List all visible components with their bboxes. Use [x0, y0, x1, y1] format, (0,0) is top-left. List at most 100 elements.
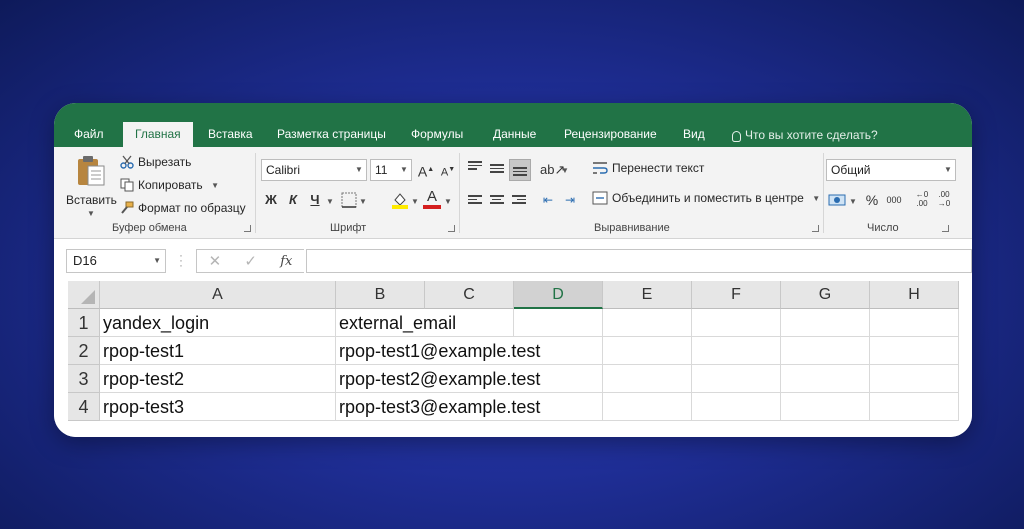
italic-button[interactable]: К: [283, 190, 303, 210]
paste-button[interactable]: Вставить ▼: [64, 153, 117, 218]
cell-b2[interactable]: rpop-test1@example.test: [336, 337, 540, 365]
cell-a4[interactable]: rpop-test3: [100, 393, 184, 421]
font-color-dropdown-icon[interactable]: ▼: [444, 197, 452, 206]
align-left-icon[interactable]: [468, 195, 482, 207]
fill-color-icon[interactable]: [391, 191, 409, 209]
currency-dropdown-icon[interactable]: ▼: [849, 197, 857, 206]
tab-file[interactable]: Файл: [74, 123, 104, 147]
percent-button[interactable]: %: [862, 190, 882, 210]
grid-cell[interactable]: [603, 365, 692, 393]
name-box[interactable]: D16 ▼: [66, 249, 166, 273]
cancel-icon[interactable]: ✕: [209, 252, 222, 270]
insert-function-button[interactable]: fx: [280, 254, 292, 269]
cell-b1[interactable]: external_email: [336, 309, 456, 337]
alignment-group-label: Выравнивание: [594, 222, 670, 234]
grid-cell[interactable]: [870, 337, 959, 365]
thousands-separator-button[interactable]: 000: [883, 190, 905, 210]
tab-data[interactable]: Данные: [493, 123, 536, 147]
font-name-combo[interactable]: Calibri ▼: [261, 159, 367, 181]
column-header-d[interactable]: D: [514, 281, 603, 309]
grid-cell[interactable]: [781, 393, 870, 421]
cut-button[interactable]: Вырезать: [120, 155, 191, 169]
underline-button[interactable]: Ч: [305, 190, 325, 210]
confirm-icon[interactable]: ✓: [244, 252, 257, 270]
align-bottom-button[interactable]: [509, 159, 531, 181]
formula-bar: D16 ▼ · · · ✕ ✓ fx: [54, 239, 972, 281]
cell-b4[interactable]: rpop-test3@example.test: [336, 393, 540, 421]
tell-me-label: Что вы хотите сделать?: [745, 128, 878, 142]
grid-cell[interactable]: [692, 309, 781, 337]
font-size-combo[interactable]: 11 ▼: [370, 159, 412, 181]
tab-home[interactable]: Главная: [123, 122, 193, 147]
grid-cell[interactable]: [603, 393, 692, 421]
bold-button[interactable]: Ж: [261, 190, 281, 210]
grid-cell[interactable]: [870, 365, 959, 393]
row-header[interactable]: 3: [68, 365, 100, 393]
grid-cell[interactable]: [781, 309, 870, 337]
grid-cell[interactable]: [514, 309, 603, 337]
font-color-button[interactable]: A: [423, 189, 441, 209]
column-header-g[interactable]: G: [781, 281, 870, 309]
column-header-h[interactable]: H: [870, 281, 959, 309]
orientation-icon[interactable]: ab↗: [540, 160, 565, 180]
grid-cell[interactable]: [603, 309, 692, 337]
increase-font-icon[interactable]: A▲: [416, 160, 436, 180]
row-header[interactable]: 1: [68, 309, 100, 337]
cell-b3[interactable]: rpop-test2@example.test: [336, 365, 540, 393]
row-header[interactable]: 4: [68, 393, 100, 421]
column-header-a[interactable]: A: [100, 281, 336, 309]
align-middle-icon[interactable]: [490, 164, 504, 176]
grid-cell[interactable]: [781, 337, 870, 365]
grid-cell[interactable]: [692, 365, 781, 393]
tab-insert[interactable]: Вставка: [208, 123, 253, 147]
clipboard-launcher-icon[interactable]: [244, 225, 251, 232]
tab-review[interactable]: Рецензирование: [564, 123, 657, 147]
fill-dropdown-icon[interactable]: ▼: [411, 197, 419, 206]
decrease-font-icon[interactable]: A▼: [438, 160, 458, 180]
tab-view[interactable]: Вид: [683, 123, 705, 147]
grid-cell[interactable]: [692, 337, 781, 365]
copy-dropdown-icon[interactable]: ▼: [207, 181, 219, 190]
grid-cell[interactable]: [692, 393, 781, 421]
cell-a3[interactable]: rpop-test2: [100, 365, 184, 393]
tab-page-layout[interactable]: Разметка страницы: [277, 123, 386, 147]
align-center-icon[interactable]: [490, 195, 504, 207]
borders-icon[interactable]: [341, 192, 357, 208]
wrap-text-button[interactable]: Перенести текст: [592, 161, 704, 175]
align-top-icon[interactable]: [468, 161, 482, 173]
merge-dropdown-icon[interactable]: ▼: [808, 194, 820, 203]
copy-button[interactable]: Копировать ▼: [120, 178, 219, 192]
resize-handle-icon[interactable]: · · ·: [179, 249, 183, 271]
increase-indent-icon[interactable]: ⇥: [560, 190, 580, 210]
grid-cell[interactable]: [781, 365, 870, 393]
row-header[interactable]: 2: [68, 337, 100, 365]
borders-dropdown-icon[interactable]: ▼: [359, 197, 367, 206]
underline-dropdown-icon[interactable]: ▼: [326, 197, 334, 206]
tell-me-search[interactable]: Что вы хотите сделать?: [732, 123, 878, 147]
alignment-launcher-icon[interactable]: [812, 225, 819, 232]
cell-a2[interactable]: rpop-test1: [100, 337, 184, 365]
number-launcher-icon[interactable]: [942, 225, 949, 232]
column-header-e[interactable]: E: [603, 281, 692, 309]
grid-cell[interactable]: [870, 309, 959, 337]
cell-a1[interactable]: yandex_login: [100, 309, 209, 337]
formula-input[interactable]: [306, 249, 972, 273]
orientation-dropdown-icon[interactable]: ▼: [561, 166, 569, 175]
align-right-icon[interactable]: [512, 195, 526, 207]
number-format-combo[interactable]: Общий ▼: [826, 159, 956, 181]
tab-formulas[interactable]: Формулы: [411, 123, 463, 147]
merge-center-button[interactable]: Объединить и поместить в центре ▼: [592, 191, 820, 205]
grid-cell[interactable]: [870, 393, 959, 421]
select-all-button[interactable]: [68, 281, 100, 309]
decrease-decimal-icon[interactable]: .00 →0: [934, 190, 954, 210]
paste-dropdown-icon[interactable]: ▼: [87, 209, 95, 218]
decrease-indent-icon[interactable]: ⇤: [538, 190, 558, 210]
column-header-b[interactable]: B: [336, 281, 425, 309]
currency-format-icon[interactable]: [828, 193, 846, 207]
column-header-f[interactable]: F: [692, 281, 781, 309]
format-painter-button[interactable]: Формат по образцу: [120, 201, 246, 215]
grid-cell[interactable]: [603, 337, 692, 365]
font-launcher-icon[interactable]: [448, 225, 455, 232]
column-header-c[interactable]: C: [425, 281, 514, 309]
increase-decimal-icon[interactable]: ←0.00: [912, 190, 932, 210]
